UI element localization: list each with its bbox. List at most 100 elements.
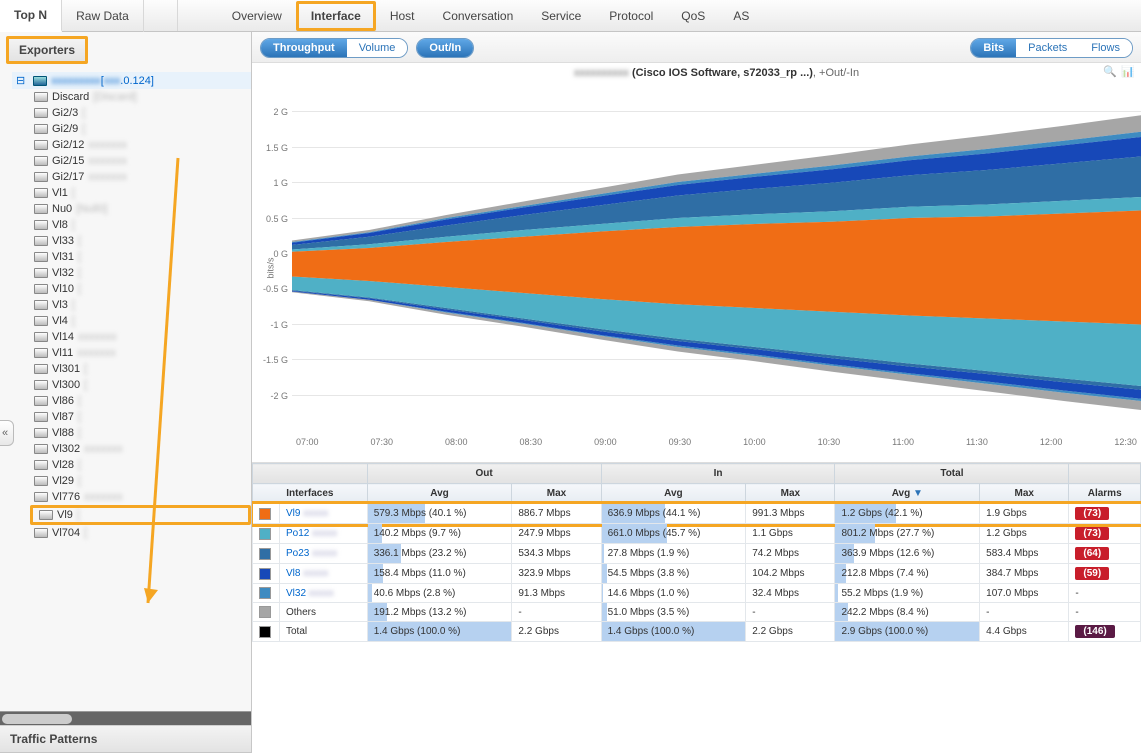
- tab-top-n[interactable]: Top N: [0, 0, 62, 32]
- units-toggle[interactable]: BitsPacketsFlows: [970, 38, 1133, 58]
- sub-toolbar: ThroughputVolume Out/In BitsPacketsFlows: [252, 32, 1141, 63]
- interface-icon: [34, 412, 48, 422]
- data-table-container: OutInTotalInterfacesAvgMaxAvgMaxAvg ▼Max…: [252, 463, 1141, 753]
- exporters-header[interactable]: Exporters: [6, 36, 88, 64]
- pill-out/in[interactable]: Out/In: [417, 39, 473, 57]
- alarm-badge[interactable]: (64): [1075, 547, 1109, 560]
- pill-throughput[interactable]: Throughput: [261, 39, 347, 57]
- tree-node[interactable]: Vl88[: [30, 425, 251, 441]
- interface-icon: [34, 460, 48, 470]
- interface-icon: [34, 124, 48, 134]
- tree-node[interactable]: Vl8[: [30, 217, 251, 233]
- iface-cell[interactable]: Others: [280, 603, 368, 622]
- interface-icon: [34, 380, 48, 390]
- collapse-icon[interactable]: ⊟: [16, 74, 25, 87]
- alarm-badge[interactable]: (59): [1075, 567, 1109, 580]
- zoom-icon[interactable]: 🔍: [1103, 65, 1117, 79]
- tab-protocol[interactable]: Protocol: [595, 0, 667, 32]
- exporters-tree[interactable]: ⊟ xxxxxxxxx [ xxx .0.124] Discard[Discar…: [0, 68, 251, 711]
- tree-node[interactable]: Vl301[: [30, 361, 251, 377]
- iface-cell[interactable]: Total: [280, 622, 368, 642]
- chart-container: xxxxxxxxxx (Cisco IOS Software, s72033_r…: [252, 63, 1141, 463]
- root-node[interactable]: ⊟ xxxxxxxxx [ xxx .0.124]: [12, 72, 251, 89]
- tree-node[interactable]: Vl10[: [30, 281, 251, 297]
- tree-node[interactable]: Gi2/15xxxxxxx: [30, 153, 251, 169]
- alarm-badge[interactable]: (73): [1075, 527, 1109, 540]
- main-tabs: OverviewInterfaceHostConversationService…: [218, 0, 1141, 31]
- interface-icon: [34, 396, 48, 406]
- tree-node[interactable]: Vl31[: [30, 249, 251, 265]
- interface-icon: [34, 236, 48, 246]
- interface-icon: [34, 156, 48, 166]
- chart-body[interactable]: 2 G1.5 G1 G0.5 G0 G-0.5 G-1 G-1.5 G-2 G0…: [292, 83, 1141, 443]
- interface-icon: [34, 268, 48, 278]
- interface-icon: [34, 492, 48, 502]
- pill-packets[interactable]: Packets: [1016, 39, 1079, 57]
- interface-icon: [34, 172, 48, 182]
- interface-icon: [34, 528, 48, 538]
- tree-node[interactable]: Vl3[: [30, 297, 251, 313]
- interface-icon: [34, 476, 48, 486]
- tree-node[interactable]: Nu0[Null0]: [30, 201, 251, 217]
- tab-as[interactable]: AS: [719, 0, 763, 32]
- interface-icon: [34, 204, 48, 214]
- tree-node[interactable]: Vl86[: [30, 393, 251, 409]
- interface-icon: [34, 188, 48, 198]
- main-panel: ThroughputVolume Out/In BitsPacketsFlows…: [252, 32, 1141, 753]
- tree-node[interactable]: Gi2/17xxxxxxx: [30, 169, 251, 185]
- export-icon[interactable]: 📊: [1121, 65, 1135, 79]
- splitter[interactable]: [144, 0, 178, 31]
- alarm-badge[interactable]: (73): [1075, 507, 1109, 520]
- tree-node[interactable]: Vl11xxxxxxx: [30, 345, 251, 361]
- pill-flows[interactable]: Flows: [1079, 39, 1132, 57]
- traffic-patterns-header[interactable]: Traffic Patterns: [0, 725, 251, 753]
- tab-host[interactable]: Host: [376, 0, 429, 32]
- pill-bits[interactable]: Bits: [971, 39, 1016, 57]
- interface-icon: [34, 252, 48, 262]
- interface-icon: [34, 348, 48, 358]
- interface-icon: [34, 444, 48, 454]
- data-table[interactable]: OutInTotalInterfacesAvgMaxAvgMaxAvg ▼Max…: [252, 463, 1141, 642]
- interface-icon: [34, 140, 48, 150]
- direction-toggle[interactable]: Out/In: [416, 38, 474, 58]
- interface-icon: [34, 92, 48, 102]
- tree-node[interactable]: Vl87[: [30, 409, 251, 425]
- tree-node[interactable]: Vl28[: [30, 457, 251, 473]
- pill-volume[interactable]: Volume: [347, 39, 408, 57]
- tree-node[interactable]: Vl1[: [30, 185, 251, 201]
- alarm-badge[interactable]: (146): [1075, 625, 1114, 638]
- scroll-bar[interactable]: [0, 711, 251, 725]
- iface-cell[interactable]: Vl32 xxxxx: [280, 584, 368, 603]
- interface-icon: [34, 364, 48, 374]
- iface-cell[interactable]: Vl9 xxxxx: [280, 504, 368, 524]
- iface-cell[interactable]: Po12 xxxxx: [280, 524, 368, 544]
- interface-icon: [34, 220, 48, 230]
- tree-node[interactable]: Vl302xxxxxxx: [30, 441, 251, 457]
- tab-service[interactable]: Service: [527, 0, 595, 32]
- tree-node[interactable]: Gi2/9[: [30, 121, 251, 137]
- tree-node[interactable]: Vl9[: [30, 505, 251, 525]
- tree-node[interactable]: Gi2/3[: [30, 105, 251, 121]
- tree-node[interactable]: Vl4[: [30, 313, 251, 329]
- tree-node[interactable]: Vl776xxxxxxx: [30, 489, 251, 505]
- measure-toggle[interactable]: ThroughputVolume: [260, 38, 408, 58]
- interface-icon: [34, 428, 48, 438]
- tree-node[interactable]: Vl33[: [30, 233, 251, 249]
- tab-raw-data[interactable]: Raw Data: [62, 0, 144, 32]
- tab-qos[interactable]: QoS: [667, 0, 719, 32]
- tree-node[interactable]: Vl704[: [30, 525, 251, 541]
- tab-conversation[interactable]: Conversation: [429, 0, 528, 32]
- tab-overview[interactable]: Overview: [218, 0, 296, 32]
- tree-node[interactable]: Vl32[: [30, 265, 251, 281]
- tree-node[interactable]: Discard[Discard]: [30, 89, 251, 105]
- sidebar-collapse-handle[interactable]: «: [0, 420, 14, 446]
- sort-desc-icon[interactable]: ▼: [913, 488, 923, 499]
- tree-node[interactable]: Vl14xxxxxxx: [30, 329, 251, 345]
- tree-node[interactable]: Vl300[: [30, 377, 251, 393]
- interface-icon: [34, 316, 48, 326]
- iface-cell[interactable]: Vl8 xxxxx: [280, 564, 368, 584]
- tree-node[interactable]: Gi2/12xxxxxxx: [30, 137, 251, 153]
- tree-node[interactable]: Vl29[: [30, 473, 251, 489]
- tab-interface[interactable]: Interface: [296, 1, 376, 31]
- iface-cell[interactable]: Po23 xxxxx: [280, 544, 368, 564]
